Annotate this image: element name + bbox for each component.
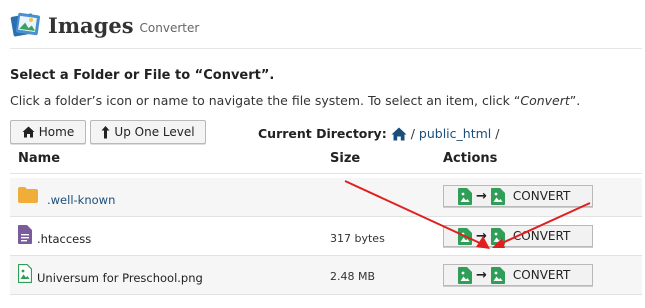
table-row: .well-known → CONVERT [10, 178, 642, 216]
home-icon[interactable] [391, 127, 407, 141]
image-file-icon [458, 227, 472, 245]
image-file-icon [17, 263, 33, 287]
file-name: Universum for Preschool.png [37, 271, 203, 285]
header-divider [10, 48, 642, 49]
file-name-link[interactable]: .well-known [47, 193, 115, 207]
image-file-icon [490, 227, 505, 245]
app-subtitle: Converter [139, 21, 200, 35]
image-file-icon [458, 187, 472, 205]
folder-icon[interactable] [18, 186, 38, 207]
column-header-size: Size [330, 151, 361, 166]
current-directory: Current Directory: / public_html / [258, 126, 503, 141]
table-header-divider [10, 173, 642, 174]
row-divider [10, 294, 642, 295]
column-header-actions: Actions [443, 151, 498, 166]
convert-button[interactable]: → CONVERT [443, 225, 593, 247]
home-icon [22, 126, 35, 138]
app-title: Images [48, 12, 134, 38]
table-row: Universum for Preschool.png 2.48 MB → CO… [10, 256, 642, 294]
file-size: 2.48 MB [330, 270, 376, 283]
home-button[interactable]: Home [10, 120, 86, 144]
file-size: 317 bytes [330, 232, 385, 245]
images-app-icon [10, 10, 42, 40]
convert-label: CONVERT [512, 268, 571, 282]
convert-label: CONVERT [512, 229, 571, 243]
arrow-right-icon: → [476, 228, 487, 244]
image-file-icon [490, 187, 505, 205]
arrow-right-icon: → [476, 188, 487, 204]
convert-button[interactable]: → CONVERT [443, 185, 593, 207]
image-file-icon [490, 266, 505, 284]
up-one-level-button[interactable]: Up One Level [90, 120, 206, 144]
table-row: .htaccess 317 bytes → CONVERT [10, 217, 642, 255]
image-file-icon [458, 266, 472, 284]
convert-button[interactable]: → CONVERT [443, 264, 593, 286]
section-title: Select a Folder or File to “Convert”. [10, 68, 275, 83]
text-file-icon [18, 225, 32, 248]
up-one-level-label: Up One Level [114, 125, 195, 139]
file-name: .htaccess [37, 232, 92, 246]
path-trailing-separator: / [495, 126, 500, 141]
current-directory-label: Current Directory: [258, 126, 387, 141]
home-button-label: Home [38, 125, 75, 139]
arrow-right-icon: → [476, 267, 487, 283]
convert-label: CONVERT [512, 189, 571, 203]
column-header-name: Name [18, 151, 61, 166]
level-up-icon [101, 125, 110, 138]
instructions-text: Click a folder’s icon or name to navigat… [10, 93, 581, 108]
path-public-html[interactable]: public_html [419, 126, 491, 141]
path-separator: / [410, 126, 415, 141]
app-header: Images Converter [10, 8, 199, 42]
